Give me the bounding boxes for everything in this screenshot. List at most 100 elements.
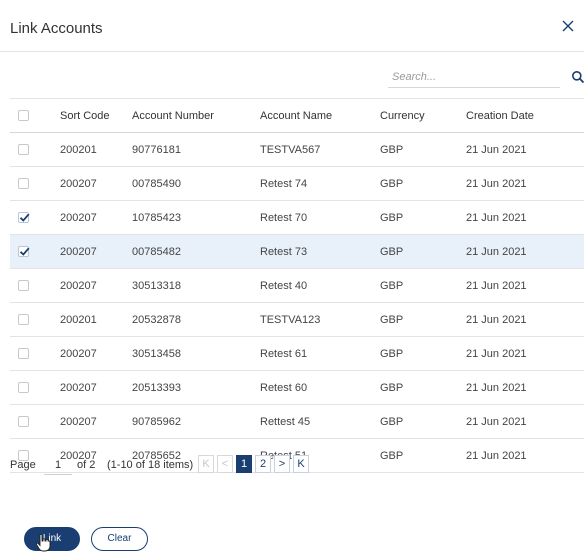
cell-account-number: 10785423 — [132, 200, 260, 235]
cell-account-number: 20513393 — [132, 370, 260, 405]
column-header-creation-date[interactable]: Creation Date — [466, 98, 584, 133]
column-header-account-name[interactable]: Account Name — [260, 98, 380, 133]
checkmark-icon — [19, 213, 30, 222]
cell-account-number: 30513458 — [132, 336, 260, 371]
cell-currency: GBP — [380, 234, 466, 269]
row-checkbox-checked[interactable] — [18, 246, 30, 258]
row-checkbox[interactable] — [18, 314, 29, 326]
accounts-table: Sort Code Account Number Account Name Cu… — [10, 98, 584, 473]
cell-sort-code: 200207 — [60, 166, 132, 201]
cell-currency: GBP — [380, 268, 466, 303]
cell-sort-code: 200207 — [60, 404, 132, 439]
cell-creation-date: 21 Jun 2021 — [466, 438, 584, 473]
table-row[interactable]: 200207 00785490 Retest 74 GBP 21 Jun 2021 — [10, 166, 584, 201]
cell-creation-date: 21 Jun 2021 — [466, 166, 584, 201]
table-row[interactable]: 200201 20532878 TESTVA123 GBP 21 Jun 2021 — [10, 302, 584, 337]
cell-account-name: Retest 61 — [260, 336, 380, 371]
cell-creation-date: 21 Jun 2021 — [466, 268, 584, 303]
table-row[interactable]: 200207 30513318 Retest 40 GBP 21 Jun 2021 — [10, 268, 584, 303]
cell-currency: GBP — [380, 370, 466, 405]
search-input[interactable] — [388, 66, 560, 88]
cell-account-name: TESTVA123 — [260, 302, 380, 337]
row-checkbox-cell — [10, 234, 60, 269]
next-page-button[interactable]: > — [274, 455, 290, 473]
page-number-input[interactable] — [44, 456, 72, 475]
cell-account-name: Retest 60 — [260, 370, 380, 405]
row-checkbox-cell — [10, 200, 60, 235]
row-checkbox[interactable] — [18, 348, 29, 360]
table-row[interactable]: 200207 20513393 Retest 60 GBP 21 Jun 2021 — [10, 370, 584, 405]
cell-currency: GBP — [380, 302, 466, 337]
cell-account-name: Retest 40 — [260, 268, 380, 303]
page-items-label: (1-10 of 18 items) — [107, 459, 194, 471]
cell-sort-code: 200207 — [60, 200, 132, 235]
cell-creation-date: 21 Jun 2021 — [466, 302, 584, 337]
dialog-header: Link Accounts — [0, 0, 584, 52]
link-button[interactable]: Link — [24, 527, 80, 551]
table-row[interactable]: 200207 90785962 Rettest 45 GBP 21 Jun 2021 — [10, 404, 584, 439]
cell-currency: GBP — [380, 438, 466, 473]
page-label: Page — [10, 459, 36, 471]
last-page-button[interactable]: K — [293, 455, 309, 473]
search-icon[interactable] — [571, 70, 584, 84]
cell-creation-date: 21 Jun 2021 — [466, 200, 584, 235]
close-icon[interactable] — [558, 16, 578, 36]
cell-currency: GBP — [380, 200, 466, 235]
cell-account-name: TESTVA567 — [260, 132, 380, 167]
clear-button[interactable]: Clear — [91, 527, 148, 551]
row-checkbox-cell — [10, 132, 60, 167]
page-1-button[interactable]: 1 — [236, 455, 252, 473]
table-header-row: Sort Code Account Number Account Name Cu… — [10, 98, 584, 133]
dialog-title: Link Accounts — [10, 20, 103, 37]
row-checkbox-cell — [10, 268, 60, 303]
cell-account-name: Rettest 45 — [260, 404, 380, 439]
checkmark-icon — [19, 247, 30, 256]
column-header-sort-code[interactable]: Sort Code — [60, 98, 132, 133]
search-box — [388, 66, 584, 90]
cell-creation-date: 21 Jun 2021 — [466, 370, 584, 405]
row-checkbox[interactable] — [18, 382, 29, 394]
cell-account-number: 30513318 — [132, 268, 260, 303]
row-checkbox[interactable] — [18, 280, 29, 292]
row-checkbox-checked[interactable] — [18, 212, 30, 224]
page-of-label: of 2 — [77, 459, 96, 471]
cell-account-name: Retest 73 — [260, 234, 380, 269]
cell-creation-date: 21 Jun 2021 — [466, 234, 584, 269]
prev-page-button[interactable]: < — [217, 455, 233, 473]
column-header-currency[interactable]: Currency — [380, 98, 466, 133]
select-all-checkbox[interactable] — [18, 110, 29, 122]
first-page-button[interactable]: K — [198, 455, 214, 473]
cell-account-number: 90776181 — [132, 132, 260, 167]
cell-currency: GBP — [380, 336, 466, 371]
cell-sort-code: 200201 — [60, 302, 132, 337]
cell-creation-date: 21 Jun 2021 — [466, 336, 584, 371]
row-checkbox-cell — [10, 404, 60, 439]
cell-account-name: Retest 74 — [260, 166, 380, 201]
cell-account-number: 90785962 — [132, 404, 260, 439]
row-checkbox-cell — [10, 302, 60, 337]
table-row[interactable]: 200207 10785423 Retest 70 GBP 21 Jun 2021 — [10, 200, 584, 235]
cell-sort-code: 200207 — [60, 234, 132, 269]
cell-account-number: 00785490 — [132, 166, 260, 201]
cell-sort-code: 200201 — [60, 132, 132, 167]
row-checkbox[interactable] — [18, 416, 29, 428]
cell-sort-code: 200207 — [60, 268, 132, 303]
cell-currency: GBP — [380, 132, 466, 167]
page-2-button[interactable]: 2 — [255, 455, 271, 473]
row-checkbox[interactable] — [18, 144, 29, 156]
cell-currency: GBP — [380, 404, 466, 439]
row-checkbox[interactable] — [18, 178, 29, 190]
cell-sort-code: 200207 — [60, 370, 132, 405]
cell-account-number: 20532878 — [132, 302, 260, 337]
cell-sort-code: 200207 — [60, 336, 132, 371]
cell-creation-date: 21 Jun 2021 — [466, 404, 584, 439]
cell-currency: GBP — [380, 166, 466, 201]
column-header-account-number[interactable]: Account Number — [132, 98, 260, 133]
table-row[interactable]: 200207 30513458 Retest 61 GBP 21 Jun 2021 — [10, 336, 584, 371]
table-row[interactable]: 200201 90776181 TESTVA567 GBP 21 Jun 2021 — [10, 132, 584, 167]
table-row[interactable]: 200207 00785482 Retest 73 GBP 21 Jun 2021 — [10, 234, 584, 269]
select-all-cell — [10, 98, 60, 133]
cell-account-name: Retest 70 — [260, 200, 380, 235]
cell-account-number: 00785482 — [132, 234, 260, 269]
cell-creation-date: 21 Jun 2021 — [466, 132, 584, 167]
